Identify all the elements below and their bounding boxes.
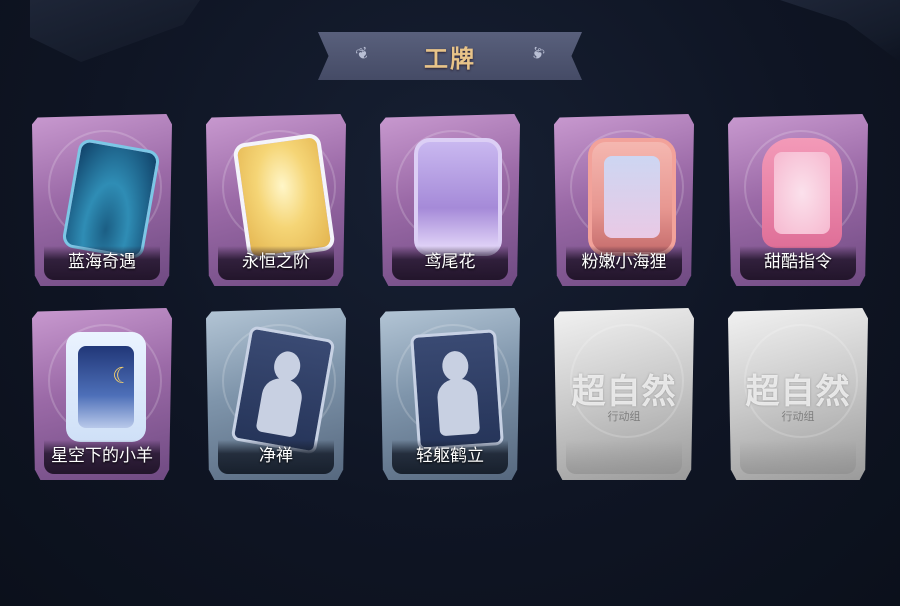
label-bar <box>740 440 856 474</box>
card-frame: 甜酷指令 <box>728 114 868 286</box>
badge-collection-screen: ❦ 工牌 ❦ 蓝海奇遇 永恒之阶 鸢尾花 粉嫩小海狸 甜酷指令 ☾ 星空下的小羊… <box>0 0 900 606</box>
badge-card-locked[interactable]: 超自然 行动组 <box>550 304 698 480</box>
card-frame: 超自然 行动组 <box>554 308 694 480</box>
badge-name: 鸢尾花 <box>424 252 476 272</box>
card-frame: 轻躯鹤立 <box>380 308 520 480</box>
badge-grid: 蓝海奇遇 永恒之阶 鸢尾花 粉嫩小海狸 甜酷指令 ☾ 星空下的小羊 净禅 轻躯鹤… <box>28 110 878 490</box>
ocean-card-art-icon <box>61 137 161 261</box>
badge-name: 轻躯鹤立 <box>416 446 484 466</box>
badge-card-pink-seal[interactable]: 粉嫩小海狸 <box>550 110 698 286</box>
seal-inner <box>604 156 660 238</box>
badge-card-sweet-cool[interactable]: 甜酷指令 <box>724 110 872 286</box>
moon-icon: ☾ <box>112 364 132 389</box>
shark-inner <box>774 152 830 234</box>
badge-name: 净禅 <box>259 446 293 466</box>
silhouette-head <box>441 350 470 382</box>
game-logo-placeholder: 超自然 <box>728 364 868 413</box>
logo-sub-text: 行动组 <box>607 410 641 423</box>
badge-card-iris[interactable]: 鸢尾花 <box>376 110 524 286</box>
badge-card-pure-zen[interactable]: 净禅 <box>202 304 350 480</box>
badge-card-light-crane[interactable]: 轻躯鹤立 <box>376 304 524 480</box>
iris-frame-art-icon <box>414 138 502 256</box>
badge-card-locked[interactable]: 超自然 行动组 <box>724 304 872 480</box>
corner-decoration-right <box>780 0 900 62</box>
badge-name: 星空下的小羊 <box>51 446 153 466</box>
logo-sub-text: 行动组 <box>781 410 815 423</box>
badge-card-starry-sheep[interactable]: ☾ 星空下的小羊 <box>28 304 176 480</box>
label-bar <box>566 440 682 474</box>
badge-name: 甜酷指令 <box>764 252 832 272</box>
silhouette-art-icon <box>410 329 504 451</box>
card-frame: 鸢尾花 <box>380 114 520 286</box>
badge-name: 永恒之阶 <box>242 252 310 272</box>
logo-main-text: 超自然 <box>571 372 677 412</box>
game-logo-placeholder: 超自然 <box>554 364 694 413</box>
flourish-right-icon: ❦ <box>527 42 548 65</box>
silhouette-body <box>436 377 481 437</box>
badge-card-blue-sea[interactable]: 蓝海奇遇 <box>28 110 176 286</box>
page-title: 工牌 <box>424 44 476 73</box>
starry-sheep-art-icon: ☾ <box>66 332 146 442</box>
badge-name: 蓝海奇遇 <box>68 252 136 272</box>
silhouette-art-icon <box>230 325 336 455</box>
logo-main-text: 超自然 <box>745 372 851 412</box>
flourish-left-icon: ❦ <box>352 42 373 65</box>
badge-card-eternal-steps[interactable]: 永恒之阶 <box>202 110 350 286</box>
card-frame: 粉嫩小海狸 <box>554 114 694 286</box>
pink-seal-art-icon <box>588 138 676 256</box>
golden-frame-art-icon <box>232 132 336 262</box>
card-frame: 净禅 <box>206 308 346 480</box>
title-banner: ❦ 工牌 ❦ <box>318 32 582 80</box>
card-frame: 超自然 行动组 <box>728 308 868 480</box>
card-frame: ☾ 星空下的小羊 <box>32 308 172 480</box>
pink-shark-art-icon <box>762 138 842 248</box>
silhouette-body <box>255 375 305 438</box>
card-frame: 永恒之阶 <box>206 114 346 286</box>
card-frame: 蓝海奇遇 <box>32 114 172 286</box>
badge-name: 粉嫩小海狸 <box>581 252 667 272</box>
corner-decoration-left <box>30 0 200 62</box>
